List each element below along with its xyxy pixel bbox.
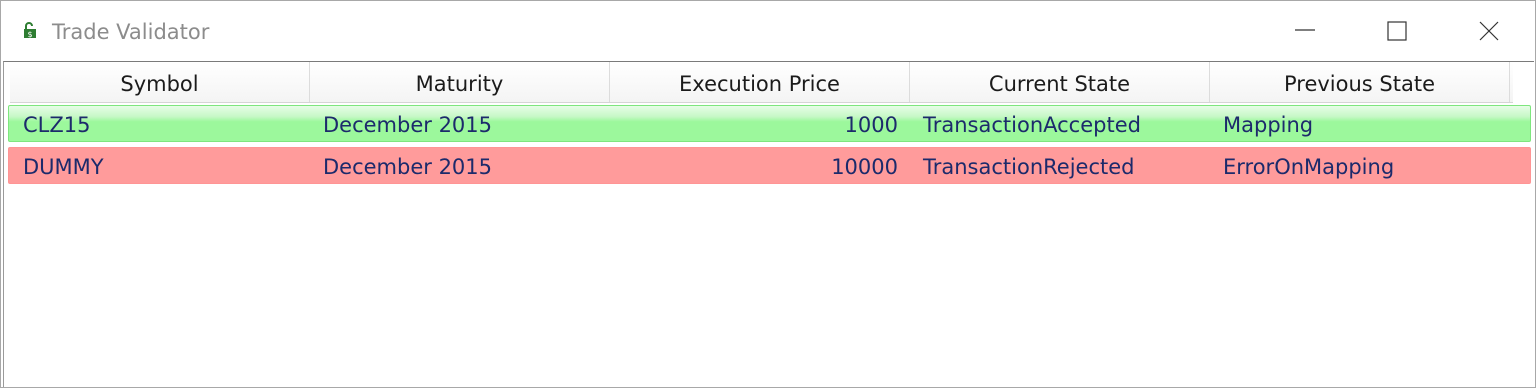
svg-text:$: $ xyxy=(27,30,32,39)
cell-previous-state: ErrorOnMapping xyxy=(1223,155,1395,179)
maximize-icon xyxy=(1387,21,1407,41)
minimize-button[interactable] xyxy=(1259,1,1351,61)
trades-grid[interactable]: Symbol Maturity Execution Price Current … xyxy=(3,61,1534,387)
cell-maturity: December 2015 xyxy=(323,113,493,137)
cell-symbol: CLZ15 xyxy=(23,113,91,137)
column-header-current-state[interactable]: Current State xyxy=(910,62,1210,102)
column-header-symbol[interactable]: Symbol xyxy=(10,62,310,102)
lock-dollar-icon: $ xyxy=(21,21,39,39)
cell-execution-price: 10000 xyxy=(831,155,898,179)
cell-maturity: December 2015 xyxy=(323,155,493,179)
maximize-button[interactable] xyxy=(1351,1,1443,61)
minimize-icon xyxy=(1295,29,1315,31)
cell-symbol: DUMMY xyxy=(23,155,104,179)
title-bar[interactable]: $ Trade Validator xyxy=(1,1,1535,61)
cell-current-state: TransactionRejected xyxy=(923,155,1135,179)
close-button[interactable] xyxy=(1443,1,1535,61)
cell-execution-price: 1000 xyxy=(844,113,898,137)
table-row[interactable]: CLZ15 December 2015 1000 TransactionAcce… xyxy=(8,105,1531,142)
close-icon xyxy=(1479,21,1499,41)
column-header-execution-price[interactable]: Execution Price xyxy=(610,62,910,102)
column-header-previous-state[interactable]: Previous State xyxy=(1210,62,1510,102)
grid-header: Symbol Maturity Execution Price Current … xyxy=(10,62,1513,103)
cell-previous-state: Mapping xyxy=(1223,113,1314,137)
table-row[interactable]: DUMMY December 2015 10000 TransactionRej… xyxy=(8,147,1531,184)
window-title: Trade Validator xyxy=(52,20,210,44)
cell-current-state: TransactionAccepted xyxy=(923,113,1141,137)
trade-validator-window: $ Trade Validator Symbol Maturity Execut… xyxy=(0,0,1536,388)
column-header-maturity[interactable]: Maturity xyxy=(310,62,610,102)
